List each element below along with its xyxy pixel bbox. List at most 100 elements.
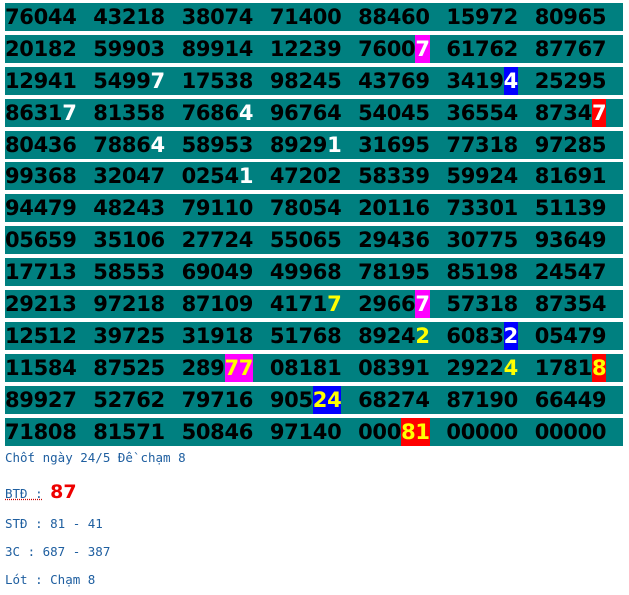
cell-digits: 88460 — [358, 5, 430, 29]
grid-cell: 97218 — [93, 290, 181, 318]
grid-cell: 28977 — [182, 353, 270, 382]
cell-digits: 71808 — [5, 419, 77, 444]
grid-cell: 97140 — [270, 418, 358, 446]
grid-cell: 87525 — [93, 354, 181, 382]
cell-digits: 8929 — [269, 132, 328, 157]
grid-row: 12941 54997 17538 98245 43769 34194 25295 — [5, 66, 623, 95]
grid-cell: 32047 — [93, 162, 181, 190]
cell-digits: 000 — [358, 419, 402, 444]
cell-digits: 05479 — [534, 323, 607, 348]
grid-cell: 48243 — [93, 194, 181, 222]
c3-text: 3C : 687 - 387 — [5, 544, 111, 559]
cell-digits: 2922 — [446, 355, 504, 380]
grid-cell: 12239 — [270, 35, 358, 63]
cell-digits: 79716 — [181, 387, 254, 412]
cell-digits: 905 — [269, 387, 313, 412]
grid-cell: 93649 — [535, 226, 623, 254]
grid-cell: 43769 — [358, 67, 446, 95]
cell-digits: 93649 — [534, 228, 607, 253]
note-3c: 3C : 687 - 387 — [5, 544, 110, 559]
grid-cell: 43218 — [93, 3, 181, 31]
note-header: Chốt ngày 24/5 Đề chạm 8 — [5, 450, 186, 465]
grid-cell: 78864 — [93, 131, 181, 159]
grid-cell: 15972 — [446, 3, 534, 31]
grid-cell: 73301 — [446, 194, 534, 222]
cell-digits: 00000 — [534, 419, 607, 444]
grid-cell: 96764 — [270, 99, 358, 127]
cell-digits: 29213 — [5, 292, 77, 317]
cell-digits: 98245 — [269, 68, 342, 93]
grid-row: 12512 39725 31918 51768 89242 60832 05479 — [5, 321, 623, 350]
highlighted-digits: 4 — [238, 100, 254, 125]
grid-cell: 00000 — [535, 418, 623, 446]
cell-digits: 24547 — [534, 260, 607, 285]
cell-digits: 58953 — [181, 132, 254, 157]
grid-cell: 36554 — [446, 99, 534, 127]
cell-digits: 97140 — [269, 419, 342, 444]
highlighted-digits: 8 — [591, 353, 607, 382]
highlighted-digits: 2 — [503, 321, 518, 350]
grid-row: 80436 78864 58953 89291 31695 77318 97285 — [5, 130, 623, 159]
grid-cell: 52762 — [93, 386, 181, 414]
grid-cell: 81691 — [535, 162, 623, 190]
cell-digits: 59924 — [446, 164, 518, 189]
grid-row: 86317 81358 76864 96764 54045 36554 87347 — [5, 98, 623, 127]
grid-cell: 00081 — [358, 417, 446, 446]
cell-digits: 69049 — [181, 260, 254, 285]
cell-digits: 49968 — [269, 260, 342, 285]
cell-digits: 08391 — [358, 355, 430, 380]
grid-cell: 87767 — [535, 35, 623, 63]
grid-cell: 05659 — [5, 226, 93, 254]
cell-digits: 51139 — [534, 196, 607, 221]
grid-cell: 80965 — [535, 3, 623, 31]
highlighted-digits: 2 — [415, 323, 430, 348]
cell-digits: 8631 — [5, 100, 63, 125]
grid-cell: 24547 — [535, 258, 623, 286]
grid-cell: 08181 — [270, 354, 358, 382]
grid-cell: 87354 — [535, 290, 623, 318]
cell-digits: 15972 — [446, 5, 518, 29]
cell-digits: 58339 — [358, 164, 430, 189]
cell-digits: 68274 — [358, 387, 430, 412]
cell-digits: 76044 — [5, 5, 77, 29]
cell-digits: 5499 — [93, 68, 151, 93]
grid-cell: 88460 — [358, 3, 446, 31]
grid-cell: 54997 — [93, 67, 181, 95]
number-grid: 76044 43218 38074 71400 88460 15972 80965 20182… — [5, 3, 623, 449]
grid-cell: 86317 — [5, 99, 93, 127]
cell-digits: 85198 — [446, 260, 518, 285]
highlighted-digits: 7 — [150, 68, 166, 93]
grid-cell: 90524 — [269, 385, 358, 414]
grid-cell: 59903 — [93, 35, 181, 63]
grid-cell: 80436 — [5, 131, 93, 159]
cell-digits: 27724 — [181, 228, 254, 253]
highlighted-digits: 1 — [327, 132, 342, 157]
grid-cell: 89242 — [358, 322, 446, 350]
grid-cell: 81358 — [93, 99, 181, 127]
grid-cell: 11584 — [5, 354, 93, 382]
grid-cell: 58953 — [182, 131, 270, 159]
grid-cell: 02541 — [182, 162, 270, 190]
grid-cell: 51139 — [535, 194, 623, 222]
grid-cell: 41717 — [270, 290, 358, 318]
highlighted-digits: 4 — [150, 132, 166, 157]
cell-digits: 50846 — [181, 419, 254, 444]
note-std: STĐ : 81 - 41 — [5, 516, 103, 531]
grid-row: 89927 52762 79716 90524 68274 87190 66449 — [5, 385, 623, 414]
cell-digits: 17538 — [181, 68, 254, 93]
highlighted-digits: 7 — [327, 292, 342, 317]
highlighted-digits: 81 — [401, 417, 430, 446]
cell-digits: 2966 — [358, 292, 416, 317]
highlighted-digits: 4 — [503, 355, 519, 380]
cell-digits: 80436 — [5, 132, 77, 157]
grid-cell: 39725 — [93, 322, 181, 350]
grid-cell: 87347 — [535, 98, 623, 127]
grid-cell: 05479 — [535, 322, 623, 350]
grid-cell: 50846 — [182, 418, 270, 446]
btd-value: 87 — [50, 481, 77, 503]
cell-digits: 08181 — [269, 355, 342, 380]
cell-digits: 55065 — [269, 228, 342, 253]
cell-digits: 12941 — [5, 68, 77, 93]
cell-digits: 25295 — [534, 68, 607, 93]
grid-row: 20182 59903 89914 12239 76007 61762 87767 — [5, 34, 623, 63]
